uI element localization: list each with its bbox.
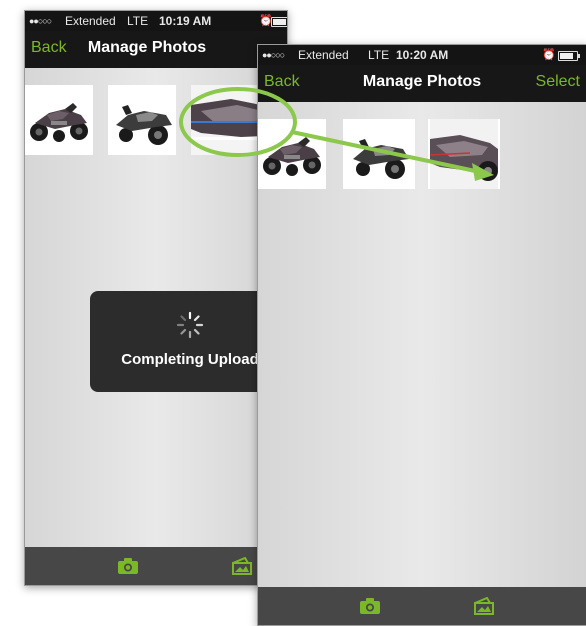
status-bar: ●●○○○ Extended LTE 10:19 AM ⏰ xyxy=(25,11,287,31)
bottom-toolbar xyxy=(258,587,586,625)
signal-strength: ●●○○○ xyxy=(29,16,52,26)
uploaded-photo-thumbnail[interactable] xyxy=(428,119,500,189)
alarm-icon: ⏰ xyxy=(542,49,556,61)
photo-thumbnail[interactable] xyxy=(343,119,415,189)
carrier-label: Extended xyxy=(298,48,349,62)
battery-icon xyxy=(271,17,287,27)
camera-icon[interactable] xyxy=(359,597,381,615)
status-bar: ●●○○○ Extended LTE 10:20 AM ⏰ xyxy=(258,45,586,65)
signal-strength: ●●○○○ xyxy=(262,50,285,60)
bottom-toolbar xyxy=(25,547,287,585)
status-time: 10:20 AM xyxy=(396,48,449,62)
page-title: Manage Photos xyxy=(87,39,207,56)
battery-icon xyxy=(558,51,580,61)
photo-gallery-icon[interactable] xyxy=(473,597,495,615)
network-label: LTE xyxy=(368,48,390,62)
status-time: 10:19 AM xyxy=(159,14,212,28)
photo-gallery-icon[interactable] xyxy=(231,557,253,575)
photo-thumbnail[interactable] xyxy=(258,119,326,189)
loading-spinner-icon xyxy=(176,311,204,339)
photo-thumbnail[interactable] xyxy=(25,85,93,155)
navigation-bar: Back Manage Photos Select xyxy=(258,65,586,102)
select-button[interactable]: Select xyxy=(536,73,580,91)
carrier-label: Extended xyxy=(65,14,116,28)
navigation-bar: Back Manage Photos xyxy=(25,31,287,68)
screen-after-upload: ●●○○○ Extended LTE 10:20 AM ⏰ Back Manag… xyxy=(257,44,586,626)
network-label: LTE xyxy=(127,14,149,28)
photo-grid xyxy=(258,102,586,192)
photo-grid xyxy=(25,68,287,158)
screen-before-upload: ●●○○○ Extended LTE 10:19 AM ⏰ Back Manag… xyxy=(24,10,288,586)
photo-thumbnail[interactable] xyxy=(108,85,176,155)
camera-icon[interactable] xyxy=(117,557,139,575)
